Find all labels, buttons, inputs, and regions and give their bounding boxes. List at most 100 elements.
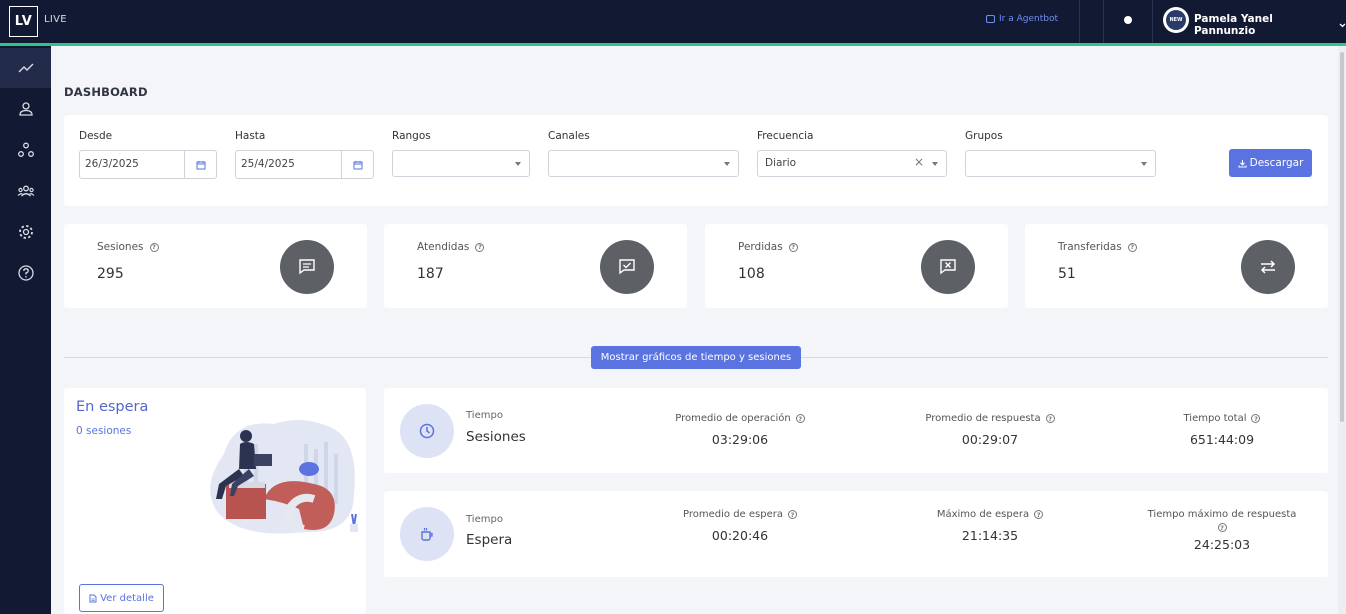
clock-icon <box>400 404 454 458</box>
metric-value: 24:25:03 <box>1193 537 1251 552</box>
user-name: Pamela Yanel Pannunzio <box>1194 13 1273 37</box>
message-check-icon <box>600 240 654 294</box>
coffee-icon <box>400 507 454 561</box>
gear-icon <box>18 225 33 239</box>
team-icon <box>17 185 34 197</box>
view-detail-label: Ver detalle <box>100 592 154 604</box>
grupos-label: Grupos <box>965 130 1003 142</box>
help-icon[interactable]: ? <box>1034 510 1044 519</box>
view-detail-button[interactable]: Ver detalle <box>79 584 164 612</box>
download-button[interactable]: Descargar <box>1229 149 1312 177</box>
dropdown-arrow-icon <box>932 162 938 166</box>
sidebar-item-network[interactable] <box>0 130 51 170</box>
message-icon <box>280 240 334 294</box>
scrollbar-thumb[interactable] <box>1340 52 1344 422</box>
app-logo[interactable]: LV <box>9 6 38 37</box>
panel-title: Espera <box>466 532 513 548</box>
stat-value: 187 <box>417 266 444 282</box>
metric-promedio-espera: Promedio de espera? 00:20:46 <box>630 509 850 543</box>
help-icon[interactable]: ? <box>1251 414 1261 423</box>
avatar[interactable]: NEW <box>1163 7 1189 33</box>
network-icon <box>17 142 34 157</box>
stat-label: Perdidas <box>738 241 783 253</box>
hasta-date-value[interactable]: 25/4/2025 <box>236 151 342 178</box>
sidebar <box>0 46 51 614</box>
page-scrollbar[interactable] <box>1338 46 1346 614</box>
chat-icon <box>986 15 995 23</box>
help-icon[interactable]: ? <box>787 510 797 519</box>
desde-date-field[interactable]: 26/3/2025 <box>79 150 217 179</box>
metric-value: 651:44:09 <box>1189 432 1255 447</box>
download-button-label: Descargar <box>1249 157 1304 169</box>
sidebar-item-settings[interactable] <box>0 212 51 252</box>
calendar-icon[interactable] <box>185 151 216 178</box>
metric-value: 00:20:46 <box>711 528 769 543</box>
clear-icon[interactable]: × <box>914 155 924 169</box>
calendar-icon[interactable] <box>342 151 373 178</box>
grupos-select[interactable] <box>965 150 1156 177</box>
dropdown-arrow-icon <box>1141 162 1147 166</box>
sidebar-item-help[interactable] <box>0 253 51 293</box>
help-icon[interactable]: ? <box>1217 523 1227 532</box>
stat-label: Atendidas <box>417 241 470 253</box>
time-sessions-panel: Tiempo Sesiones Promedio de operación? 0… <box>384 388 1328 473</box>
canales-label: Canales <box>548 130 590 142</box>
navbar-divider <box>1079 0 1080 43</box>
message-x-icon <box>921 240 975 294</box>
page-title: DASHBOARD <box>64 85 148 99</box>
sidebar-item-team[interactable] <box>0 171 51 211</box>
help-icon[interactable]: ? <box>149 242 159 252</box>
time-wait-panel: Tiempo Espera Promedio de espera? 00:20:… <box>384 491 1328 577</box>
metric-value: 00:29:07 <box>961 432 1019 447</box>
accent-line <box>0 43 1346 46</box>
metric-tiempo-maximo-respuesta: Tiempo máximo de respuesta? 24:25:03 <box>1112 509 1332 552</box>
waiting-illustration <box>210 420 358 534</box>
stat-value: 108 <box>738 266 765 282</box>
help-icon[interactable]: ? <box>1045 414 1055 423</box>
help-icon[interactable]: ? <box>475 242 485 252</box>
metric-promedio-respuesta: Promedio de respuesta? 00:29:07 <box>880 413 1100 447</box>
desde-label: Desde <box>79 130 113 142</box>
download-icon <box>1238 159 1247 168</box>
help-icon[interactable]: ? <box>1127 242 1137 252</box>
navbar-divider <box>1152 0 1153 43</box>
stat-label: Sesiones <box>97 241 144 253</box>
stat-value: 295 <box>97 266 124 282</box>
trend-chart-icon <box>18 63 33 73</box>
metric-tiempo-total: Tiempo total? 651:44:09 <box>1112 413 1332 447</box>
frecuencia-select[interactable]: Diario × <box>757 150 947 177</box>
navbar-divider <box>1103 0 1104 43</box>
stat-value: 51 <box>1058 266 1076 282</box>
help-icon[interactable]: ? <box>795 414 805 423</box>
chevron-down-icon <box>1339 23 1346 27</box>
sidebar-item-dashboard[interactable] <box>0 48 51 88</box>
agentbot-link[interactable]: Ir a Agentbot <box>986 14 1058 24</box>
help-icon <box>17 265 34 281</box>
agentbot-link-label: Ir a Agentbot <box>999 14 1058 24</box>
hasta-label: Hasta <box>235 130 266 142</box>
rangos-select[interactable] <box>392 150 530 177</box>
stat-card-sesiones: Sesiones? 295 <box>64 224 367 308</box>
user-menu[interactable]: Pamela Yanel Pannunzio <box>1194 13 1346 37</box>
sidebar-item-user[interactable] <box>0 89 51 129</box>
show-charts-button[interactable]: Mostrar gráficos de tiempo y sesiones <box>591 346 801 369</box>
waiting-panel: En espera 0 sesiones <box>64 388 366 614</box>
panel-subtitle: Tiempo <box>466 514 503 525</box>
transfer-icon <box>1241 240 1295 294</box>
canales-select[interactable] <box>548 150 739 177</box>
panel-title: Sesiones <box>466 429 526 445</box>
stat-label: Transferidas <box>1058 241 1122 253</box>
hasta-date-field[interactable]: 25/4/2025 <box>235 150 374 179</box>
metric-promedio-operacion: Promedio de operación? 03:29:06 <box>630 413 850 447</box>
waiting-title: En espera <box>76 399 149 415</box>
frecuencia-value: Diario <box>765 157 797 169</box>
waiting-count: 0 sesiones <box>76 425 132 437</box>
desde-date-value[interactable]: 26/3/2025 <box>80 151 185 178</box>
top-navbar: LV LIVE Ir a Agentbot NEW Pamela Yanel P… <box>0 0 1346 46</box>
status-dot[interactable] <box>1124 16 1132 24</box>
stat-card-transferidas: Transferidas? 51 <box>1025 224 1328 308</box>
metric-maximo-espera: Máximo de espera? 21:14:35 <box>880 509 1100 543</box>
stat-card-perdidas: Perdidas? 108 <box>705 224 1008 308</box>
stat-card-atendidas: Atendidas? 187 <box>384 224 687 308</box>
help-icon[interactable]: ? <box>788 242 798 252</box>
